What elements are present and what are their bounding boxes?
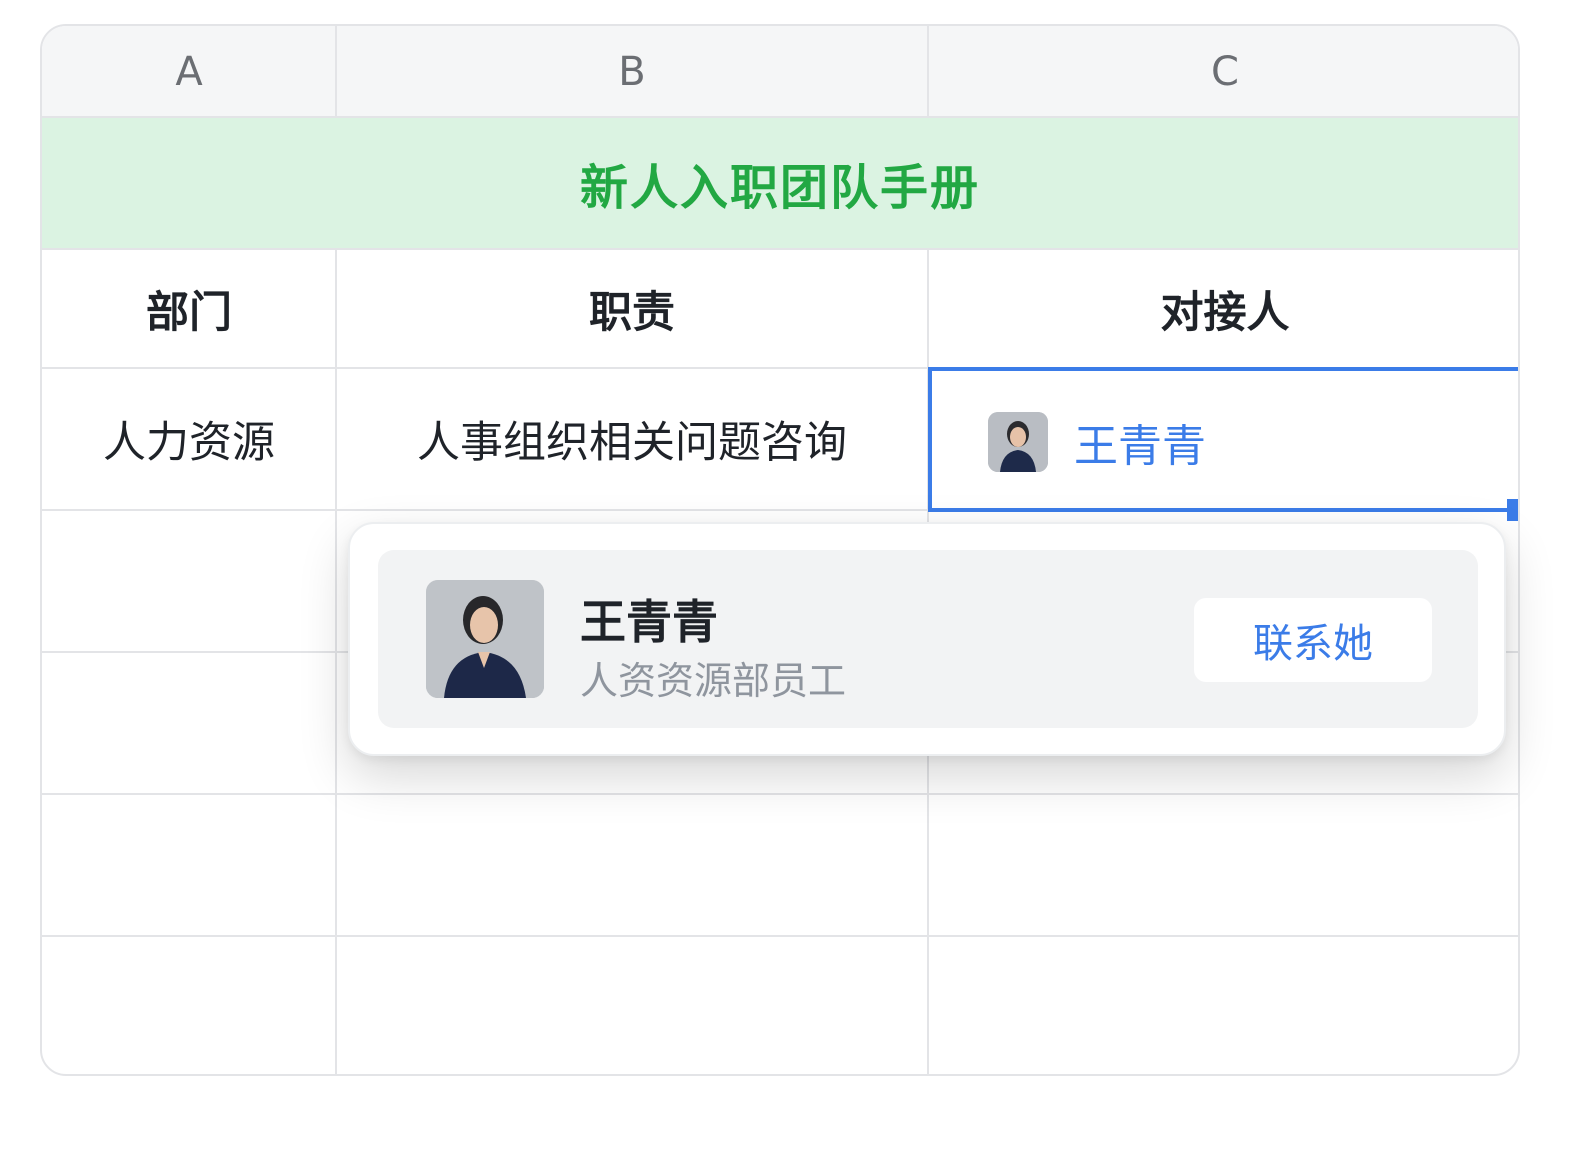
header-cell-duty[interactable]: 职责 [336,250,928,367]
sheet-title: 新人入职团队手册 [579,160,980,216]
title-cell[interactable]: 新人入职团队手册 [42,118,1518,250]
grid-line [335,26,337,118]
cell-dept[interactable]: 人力资源 [42,369,336,509]
mention-name: 王青青 [1074,421,1206,472]
header-cell-dept[interactable]: 部门 [42,250,336,367]
fill-handle[interactable] [1507,499,1518,521]
column-header-b[interactable]: B [336,26,928,118]
grid-line [927,26,929,118]
empty-cell[interactable] [42,653,336,793]
empty-cell[interactable] [928,795,1518,935]
person-mention[interactable]: 王青青 [988,410,1206,474]
column-header-a[interactable]: A [42,26,336,118]
empty-cell[interactable] [336,937,928,1074]
cell-duty[interactable]: 人事组织相关问题咨询 [336,369,928,509]
header-cell-contact[interactable]: 对接人 [928,250,1518,367]
empty-cell[interactable] [336,795,928,935]
empty-cell[interactable] [928,937,1518,1074]
person-role: 人资资源部员工 [580,659,847,703]
person-name: 王青青 [580,595,718,649]
person-card: 王青青 人资资源部员工 联系她 [378,550,1478,728]
empty-cell[interactable] [42,937,336,1074]
contact-button[interactable]: 联系她 [1194,598,1432,682]
column-header-c[interactable]: C [928,26,1518,118]
empty-cell[interactable] [42,795,336,935]
person-card-popup: 王青青 人资资源部员工 联系她 [348,522,1506,756]
empty-cell[interactable] [42,511,336,651]
avatar [988,412,1048,472]
avatar[interactable] [426,580,544,698]
